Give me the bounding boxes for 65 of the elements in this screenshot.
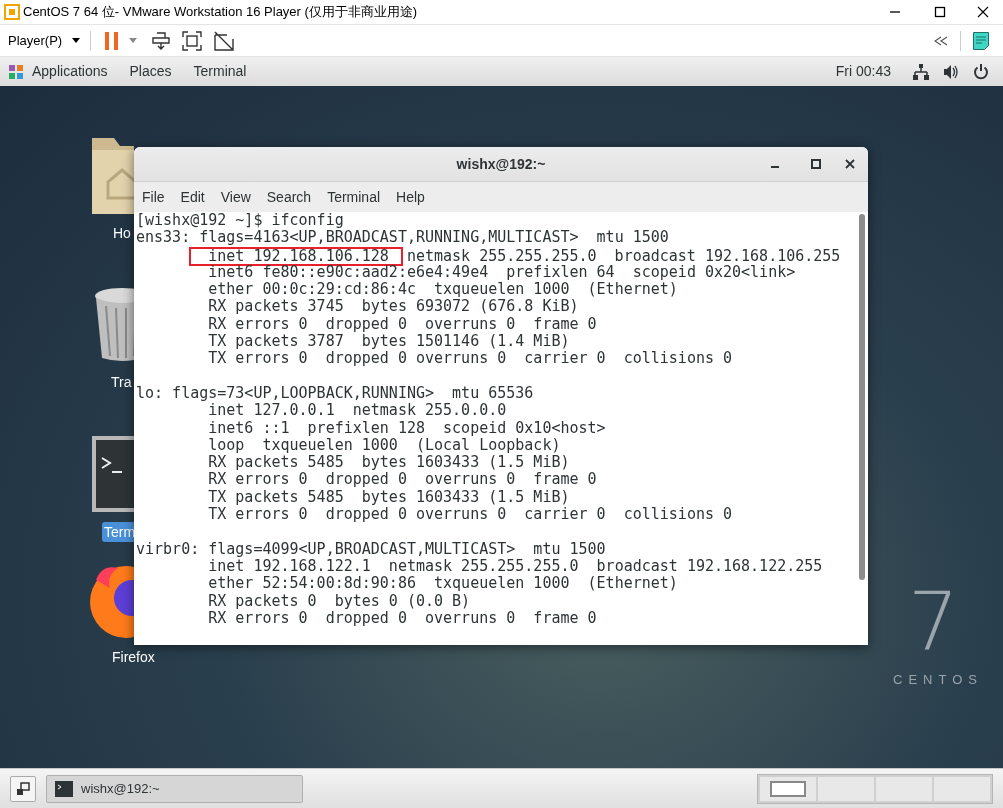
terminal-line: RX packets 0 bytes 0 (0.0 B): [207, 591, 471, 610]
terminal-line: TX errors 0 dropped 0 overruns 0 carrier 0 collisions 0: [207, 505, 733, 524]
menu-item[interactable]: Search: [266, 186, 312, 208]
send-keys-icon[interactable]: [152, 30, 171, 51]
terminal-line: RX errors 0 dropped 0 overruns 0 frame 0: [207, 470, 597, 489]
menu-item[interactable]: View: [220, 186, 251, 208]
fullscreen-icon[interactable]: [182, 30, 203, 51]
vmware-logo-icon: [4, 4, 20, 20]
terminal-line: inet6 ::1 prefixlen 128 scopeid 0x10<host>: [207, 418, 606, 437]
menu-item[interactable]: Edit: [180, 186, 205, 208]
menu-item[interactable]: Terminal: [327, 186, 381, 208]
terminal-line: lo: flags=73<UP,LOOPBACK,RUNNING> mtu 65536: [136, 383, 534, 402]
maximize-icon[interactable]: [811, 159, 821, 169]
menu-item[interactable]: File: [142, 186, 165, 208]
highlighted-text: inet 192.168.106.128: [189, 246, 403, 266]
taskbar-window-button[interactable]: wishx@192:~: [46, 774, 303, 803]
top-bar-menu[interactable]: Places: [129, 61, 172, 82]
network-icon[interactable]: [913, 63, 929, 80]
apps-icon: [8, 63, 24, 80]
terminal-line: [wishx@192 ~]$ ifconfig: [136, 212, 344, 229]
desktop-icon-label[interactable]: Tra: [111, 372, 132, 392]
window-title: CentOS 7 64 位- VMware Workstation 16 Player (仅用于非商业用途): [23, 3, 418, 22]
terminal-line: ether 00:0c:29:cd:86:4c txqueuelen 1000 (Ethernet): [207, 280, 678, 299]
terminal-line: virbr0: flags=4099<UP,BROADCAST,MULTICAST> mtu 1500: [136, 539, 606, 558]
terminal-line: loop txqueuelen 1000 (Local Loopback): [207, 435, 561, 454]
terminal-line: inet 127.0.0.1 netmask 255.0.0.0: [207, 401, 507, 420]
terminal-line: ens33: flags=4163<UP,BROADCAST,RUNNING,MULTICAST> mtu 1500: [136, 228, 669, 247]
scrollbar[interactable]: [856, 212, 868, 645]
terminal-icon[interactable]: [92, 436, 134, 512]
terminal-line: TX packets 3787 bytes 1501146 (1.4 MiB): [207, 332, 570, 351]
top-bar-menu[interactable]: Applications: [32, 61, 108, 82]
caret-icon[interactable]: [129, 38, 138, 43]
desktop-icon-label[interactable]: Ho: [113, 223, 131, 243]
maximize-icon[interactable]: [934, 6, 946, 18]
windows-icon: [16, 781, 30, 796]
pause-icon[interactable]: [105, 31, 120, 50]
note-icon[interactable]: [973, 31, 989, 50]
show-desktop-button[interactable]: [10, 775, 36, 802]
terminal-line: RX errors 0 dropped 0 overruns 0 frame 0: [207, 314, 597, 333]
close-icon[interactable]: [977, 6, 989, 18]
collapse-icon[interactable]: [934, 35, 948, 46]
power-icon[interactable]: [973, 63, 989, 80]
terminal-line: RX packets 5485 bytes 1603433 (1.5 MiB): [207, 453, 570, 472]
terminal-line: inet 192.168.122.1 netmask 255.255.255.0 broadcast 192.168.122.255: [207, 556, 823, 575]
close-icon[interactable]: [845, 159, 855, 169]
terminal-icon: [55, 780, 73, 797]
desktop-icon-label[interactable]: Firefox: [112, 647, 155, 667]
terminal-line: RX errors 0 dropped 0 overruns 0 frame 0: [207, 608, 597, 627]
terminal-line: RX packets 3745 bytes 693072 (676.8 KiB): [207, 297, 579, 316]
menu-item[interactable]: Help: [396, 186, 425, 208]
terminal-line: TX errors 0 dropped 0 overruns 0 carrier 0 collisions 0: [207, 349, 733, 368]
logo-number: 7: [908, 582, 959, 662]
terminal-title: wishx@192:~: [456, 154, 546, 174]
terminal-line: ether 52:54:00:8d:90:86 txqueuelen 1000 (Ethernet): [207, 574, 678, 593]
logo-text: CENTOS: [893, 671, 983, 689]
unity-icon[interactable]: [214, 30, 235, 51]
trash-icon[interactable]: [92, 286, 134, 362]
volume-icon[interactable]: [943, 63, 959, 80]
caret-icon: [72, 38, 81, 43]
clock[interactable]: Fri 00:43: [835, 61, 891, 82]
top-bar-menu[interactable]: Terminal: [193, 61, 247, 82]
terminal-line: TX packets 5485 bytes 1603433 (1.5 MiB): [207, 487, 570, 506]
player-menu[interactable]: Player(P): [8, 30, 91, 51]
workspace-switcher[interactable]: [757, 773, 993, 804]
terminal-line: netmask 255.255.255.0 broadcast 192.168.106.255: [406, 246, 841, 265]
